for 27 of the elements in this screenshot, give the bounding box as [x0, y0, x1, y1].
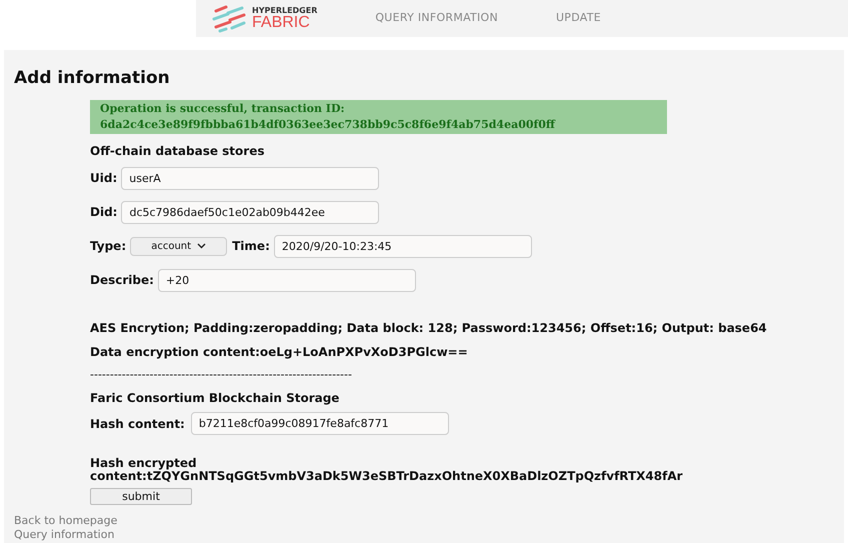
logo-text: HYPERLEDGER	[252, 6, 318, 14]
field-label: Describe:	[90, 272, 154, 289]
footer-link[interactable]: Back to homepage	[14, 514, 118, 528]
footer-link[interactable]: Query information	[14, 528, 114, 542]
section-title: Faric Consortium Blockchain Storage	[90, 390, 340, 407]
encrypted-content: Data encryption content:oeLg+LoAnPXPvXoD3PGlcw==	[90, 344, 469, 360]
text-field[interactable]: dc5c7986daef50c1e02ab09b442ee	[121, 200, 380, 224]
chevron-down-icon	[197, 243, 206, 249]
field-label: Type:	[90, 238, 126, 255]
logo-icon	[212, 4, 248, 32]
encryption-info: AES Encrytion; Padding:zeropadding; Data block: 128; Password:123456; Offset:16; Output: base64	[90, 320, 768, 336]
text-field[interactable]: +20	[158, 268, 416, 292]
text-field[interactable]: 2020/9/20-10:23:45	[274, 234, 532, 258]
page-heading: Add information	[14, 67, 171, 90]
submit-button[interactable]: submit	[90, 488, 192, 505]
field-label: Time:	[232, 238, 270, 255]
field-label: Hash content:	[90, 416, 185, 432]
hash-encrypted-text: Hash encrypted content:tZQYGnNTSqGGt5vmbV3aDk5W3eSBTrDazxOhtneX0XBaDlzOZTpQzfvfRTX48fAr	[90, 457, 684, 483]
separator-text: ------------------------------------------------------------------	[90, 366, 353, 382]
text-field[interactable]: userA	[121, 166, 380, 190]
type-dropdown[interactable]: account	[130, 236, 228, 256]
success-alert: Operation is successful, transaction ID: 6da2c4ce3e89f9fbbba61b4df0363ee3ec738bb9c5c8f6e9f4ab75d4ea00f0ff	[90, 100, 667, 134]
field-label: Uid:	[90, 170, 118, 187]
hash-field[interactable]: b7211e8cf0a99c08917fe8afc8771	[190, 412, 449, 435]
section-title: Off-chain database stores	[90, 142, 266, 160]
field-label: Did:	[90, 204, 118, 221]
logo-text: FABRIC	[252, 14, 311, 30]
